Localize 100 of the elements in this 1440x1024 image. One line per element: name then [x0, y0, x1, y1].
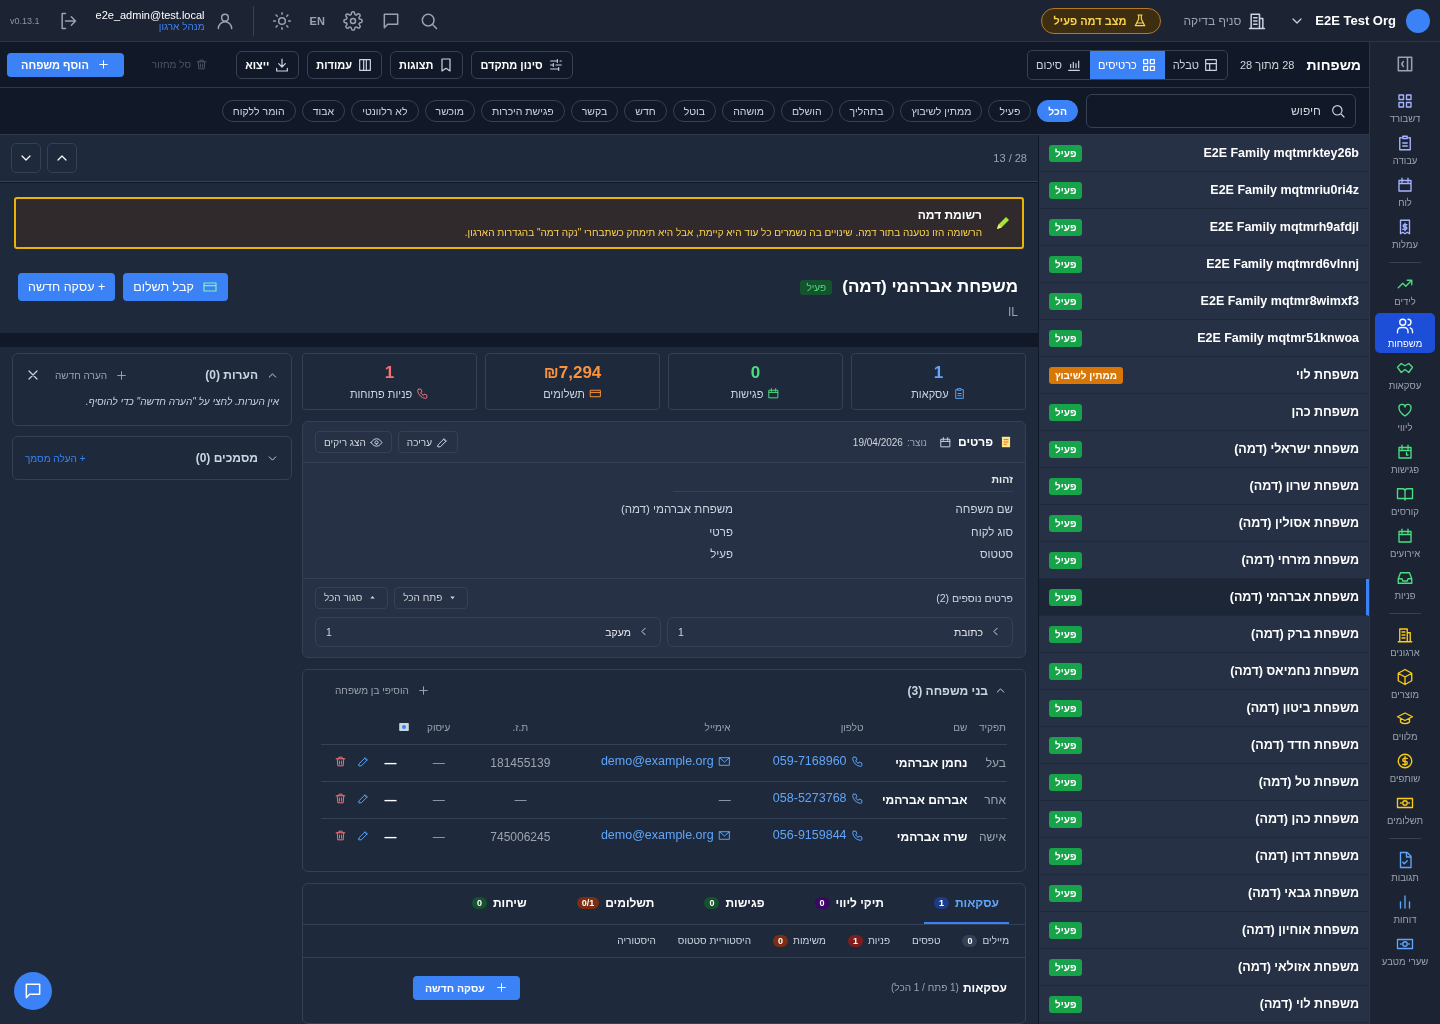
- status-tag: פעיל: [1049, 218, 1083, 236]
- status-tag: פעיל: [1049, 255, 1083, 273]
- family-list-item[interactable]: משפחת אברהמי (דמה) פעיל: [1039, 579, 1369, 616]
- field-value: פרטי: [709, 525, 733, 538]
- edit-icon[interactable]: [357, 791, 371, 805]
- sidebar-item[interactable]: משפחות: [1375, 313, 1435, 353]
- sidebar-item[interactable]: עבודה: [1375, 130, 1435, 170]
- family-list-item[interactable]: משפחת ישראלי (דמה) פעיל: [1039, 431, 1369, 468]
- member-occupation: —: [432, 792, 445, 807]
- sidebar-item[interactable]: ליווי: [1375, 397, 1435, 437]
- sidebar-item[interactable]: ארגונים: [1375, 622, 1435, 662]
- add-member-button[interactable]: הוסיפי בן משפחה: [329, 683, 436, 698]
- settings-icon[interactable]: [342, 10, 363, 31]
- toolbar-button[interactable]: ייצוא: [236, 50, 300, 79]
- member-name: שרה אברהמי: [896, 829, 968, 844]
- family-list-item[interactable]: משפחת ביטון (דמה) פעיל: [1039, 690, 1369, 727]
- chat-button[interactable]: [14, 972, 52, 1010]
- sidebar-item[interactable]: לידים: [1375, 271, 1435, 311]
- new-note-button[interactable]: הערה חדשה: [49, 367, 135, 383]
- edit-button[interactable]: עריכה: [397, 431, 458, 453]
- show-empty-button[interactable]: הצג ריקים: [315, 431, 392, 453]
- demo-mode-badge[interactable]: מצב דמה פעיל: [1040, 7, 1162, 34]
- family-name: משפחת כהן (דמה): [1255, 812, 1359, 826]
- family-list-item[interactable]: משפחת אזולאי (דמה) פעיל: [1039, 949, 1369, 986]
- family-list-item[interactable]: משפחת לוי ממתין לשיבוץ: [1039, 357, 1369, 394]
- sidebar-item[interactable]: תשלומים: [1375, 790, 1435, 830]
- view-tab[interactable]: סיכום: [1028, 50, 1091, 79]
- view-tab[interactable]: כרטיסים: [1090, 50, 1165, 79]
- sidebar-item[interactable]: דשבורד: [1375, 88, 1435, 128]
- sidebar-item[interactable]: עסקאות: [1375, 355, 1435, 395]
- family-list-item[interactable]: משפחת כהן (דמה) פעיל: [1039, 801, 1369, 838]
- sidebar-item[interactable]: עמלות: [1375, 214, 1435, 254]
- family-list-item[interactable]: משפחת דהן (דמה) פעיל: [1039, 838, 1369, 875]
- family-list-item[interactable]: משפחת לוי (דמה) פעיל: [1039, 986, 1369, 1023]
- status-tag: פעיל: [1049, 551, 1083, 569]
- family-list-item[interactable]: משפחת נחמיאס (דמה) פעיל: [1039, 653, 1369, 690]
- email-link[interactable]: demo@example.org: [600, 828, 731, 843]
- plus-icon: [115, 368, 129, 382]
- receive-payment-button[interactable]: קבל תשלום: [123, 273, 228, 301]
- previous-button[interactable]: [47, 143, 77, 173]
- sun-icon[interactable]: [271, 10, 292, 31]
- box-icon: [1396, 668, 1414, 686]
- search-field[interactable]: חיפוש: [1086, 94, 1356, 128]
- toolbar-button[interactable]: סינון מתקדם: [471, 50, 573, 79]
- delete-icon[interactable]: [334, 754, 348, 768]
- new-deal-button[interactable]: עסקה חדשה: [413, 975, 520, 1000]
- upload-document-link[interactable]: + העלה מסמך: [25, 452, 86, 464]
- family-name: E2E Family mqtmrh9afdjl: [1209, 220, 1359, 234]
- delete-icon[interactable]: [334, 791, 348, 805]
- family-list-item[interactable]: משפחת כהן פעיל: [1039, 394, 1369, 431]
- count-badge: 0/1: [576, 896, 600, 909]
- phone-link[interactable]: 059-7168960: [772, 754, 864, 769]
- next-button[interactable]: [11, 143, 41, 173]
- branch-name[interactable]: סניף בדיקה: [1183, 13, 1242, 28]
- edit-icon[interactable]: [357, 828, 371, 842]
- status-tag: פעיל: [1049, 514, 1083, 532]
- sidebar-item[interactable]: אירועים: [1375, 523, 1435, 563]
- new-deal-button[interactable]: + עסקה חדשה: [18, 273, 116, 301]
- delete-icon[interactable]: [334, 828, 348, 842]
- toolbar-button[interactable]: עמודות: [307, 50, 383, 79]
- family-list-item[interactable]: משפחת חדד (דמה) פעיל: [1039, 727, 1369, 764]
- record-subtab[interactable]: טפסים: [912, 935, 941, 946]
- phone-link[interactable]: 056-9159844: [772, 828, 864, 843]
- sidebar-item[interactable]: קורסים: [1375, 481, 1435, 521]
- sidebar-item[interactable]: שותפים: [1375, 748, 1435, 788]
- sidebar-item[interactable]: מלווים: [1375, 706, 1435, 746]
- org-avatar[interactable]: [1406, 8, 1430, 33]
- family-list-item[interactable]: משפחת אוחיון (דמה) פעיל: [1039, 912, 1369, 949]
- status-tag: פעיל: [1049, 477, 1083, 495]
- sidebar-item[interactable]: שערי מטבע: [1375, 931, 1435, 971]
- family-list-item[interactable]: משפחת טל (דמה) פעיל: [1039, 764, 1369, 801]
- grid-icon: [1140, 56, 1157, 73]
- family-list-item[interactable]: משפחת גבאי (דמה) פעיל: [1039, 875, 1369, 912]
- email-link[interactable]: demo@example.org: [600, 754, 731, 769]
- version-label: v0.13.1: [10, 15, 40, 26]
- sidebar-item[interactable]: דוחות: [1375, 889, 1435, 929]
- sidebar-item[interactable]: פניות: [1375, 565, 1435, 605]
- record-subtab[interactable]: היסטוריה: [617, 935, 656, 946]
- collapse-all-button[interactable]: סגור הכל: [315, 586, 389, 609]
- status-tag: ממתין לשיבוץ: [1049, 366, 1123, 384]
- family-list-item[interactable]: משפחת שרון (דמה) פעיל: [1039, 468, 1369, 505]
- language-toggle[interactable]: EN: [309, 14, 325, 27]
- family-list-item[interactable]: משפחת אסולין (דמה) פעיל: [1039, 505, 1369, 542]
- stat-label: תשלומים: [543, 387, 585, 400]
- edit-icon[interactable]: [357, 754, 371, 768]
- status-filter-chip[interactable]: הכל: [1037, 100, 1078, 122]
- panel-toggle-icon[interactable]: [1395, 54, 1415, 74]
- add-family-button[interactable]: הוסף משפחה: [7, 52, 124, 77]
- toolbar-button[interactable]: תצוגות: [390, 50, 464, 79]
- family-list-item[interactable]: משפחת ברק (דמה) פעיל: [1039, 616, 1369, 653]
- mail-icon: [717, 754, 731, 768]
- sidebar-item[interactable]: לוח: [1375, 172, 1435, 212]
- org-name[interactable]: E2E Test Org: [1315, 13, 1396, 28]
- expand-all-button[interactable]: פתח הכל: [394, 586, 469, 609]
- sidebar-item[interactable]: פגישות: [1375, 439, 1435, 479]
- view-tab[interactable]: טבלה: [1164, 50, 1227, 79]
- record-subtab[interactable]: היסטוריית סטטוס: [677, 935, 752, 946]
- sidebar-item[interactable]: תגובות: [1375, 847, 1435, 887]
- phone-link[interactable]: 058-5273768: [772, 791, 864, 806]
- sidebar-item[interactable]: מוצרים: [1375, 664, 1435, 704]
